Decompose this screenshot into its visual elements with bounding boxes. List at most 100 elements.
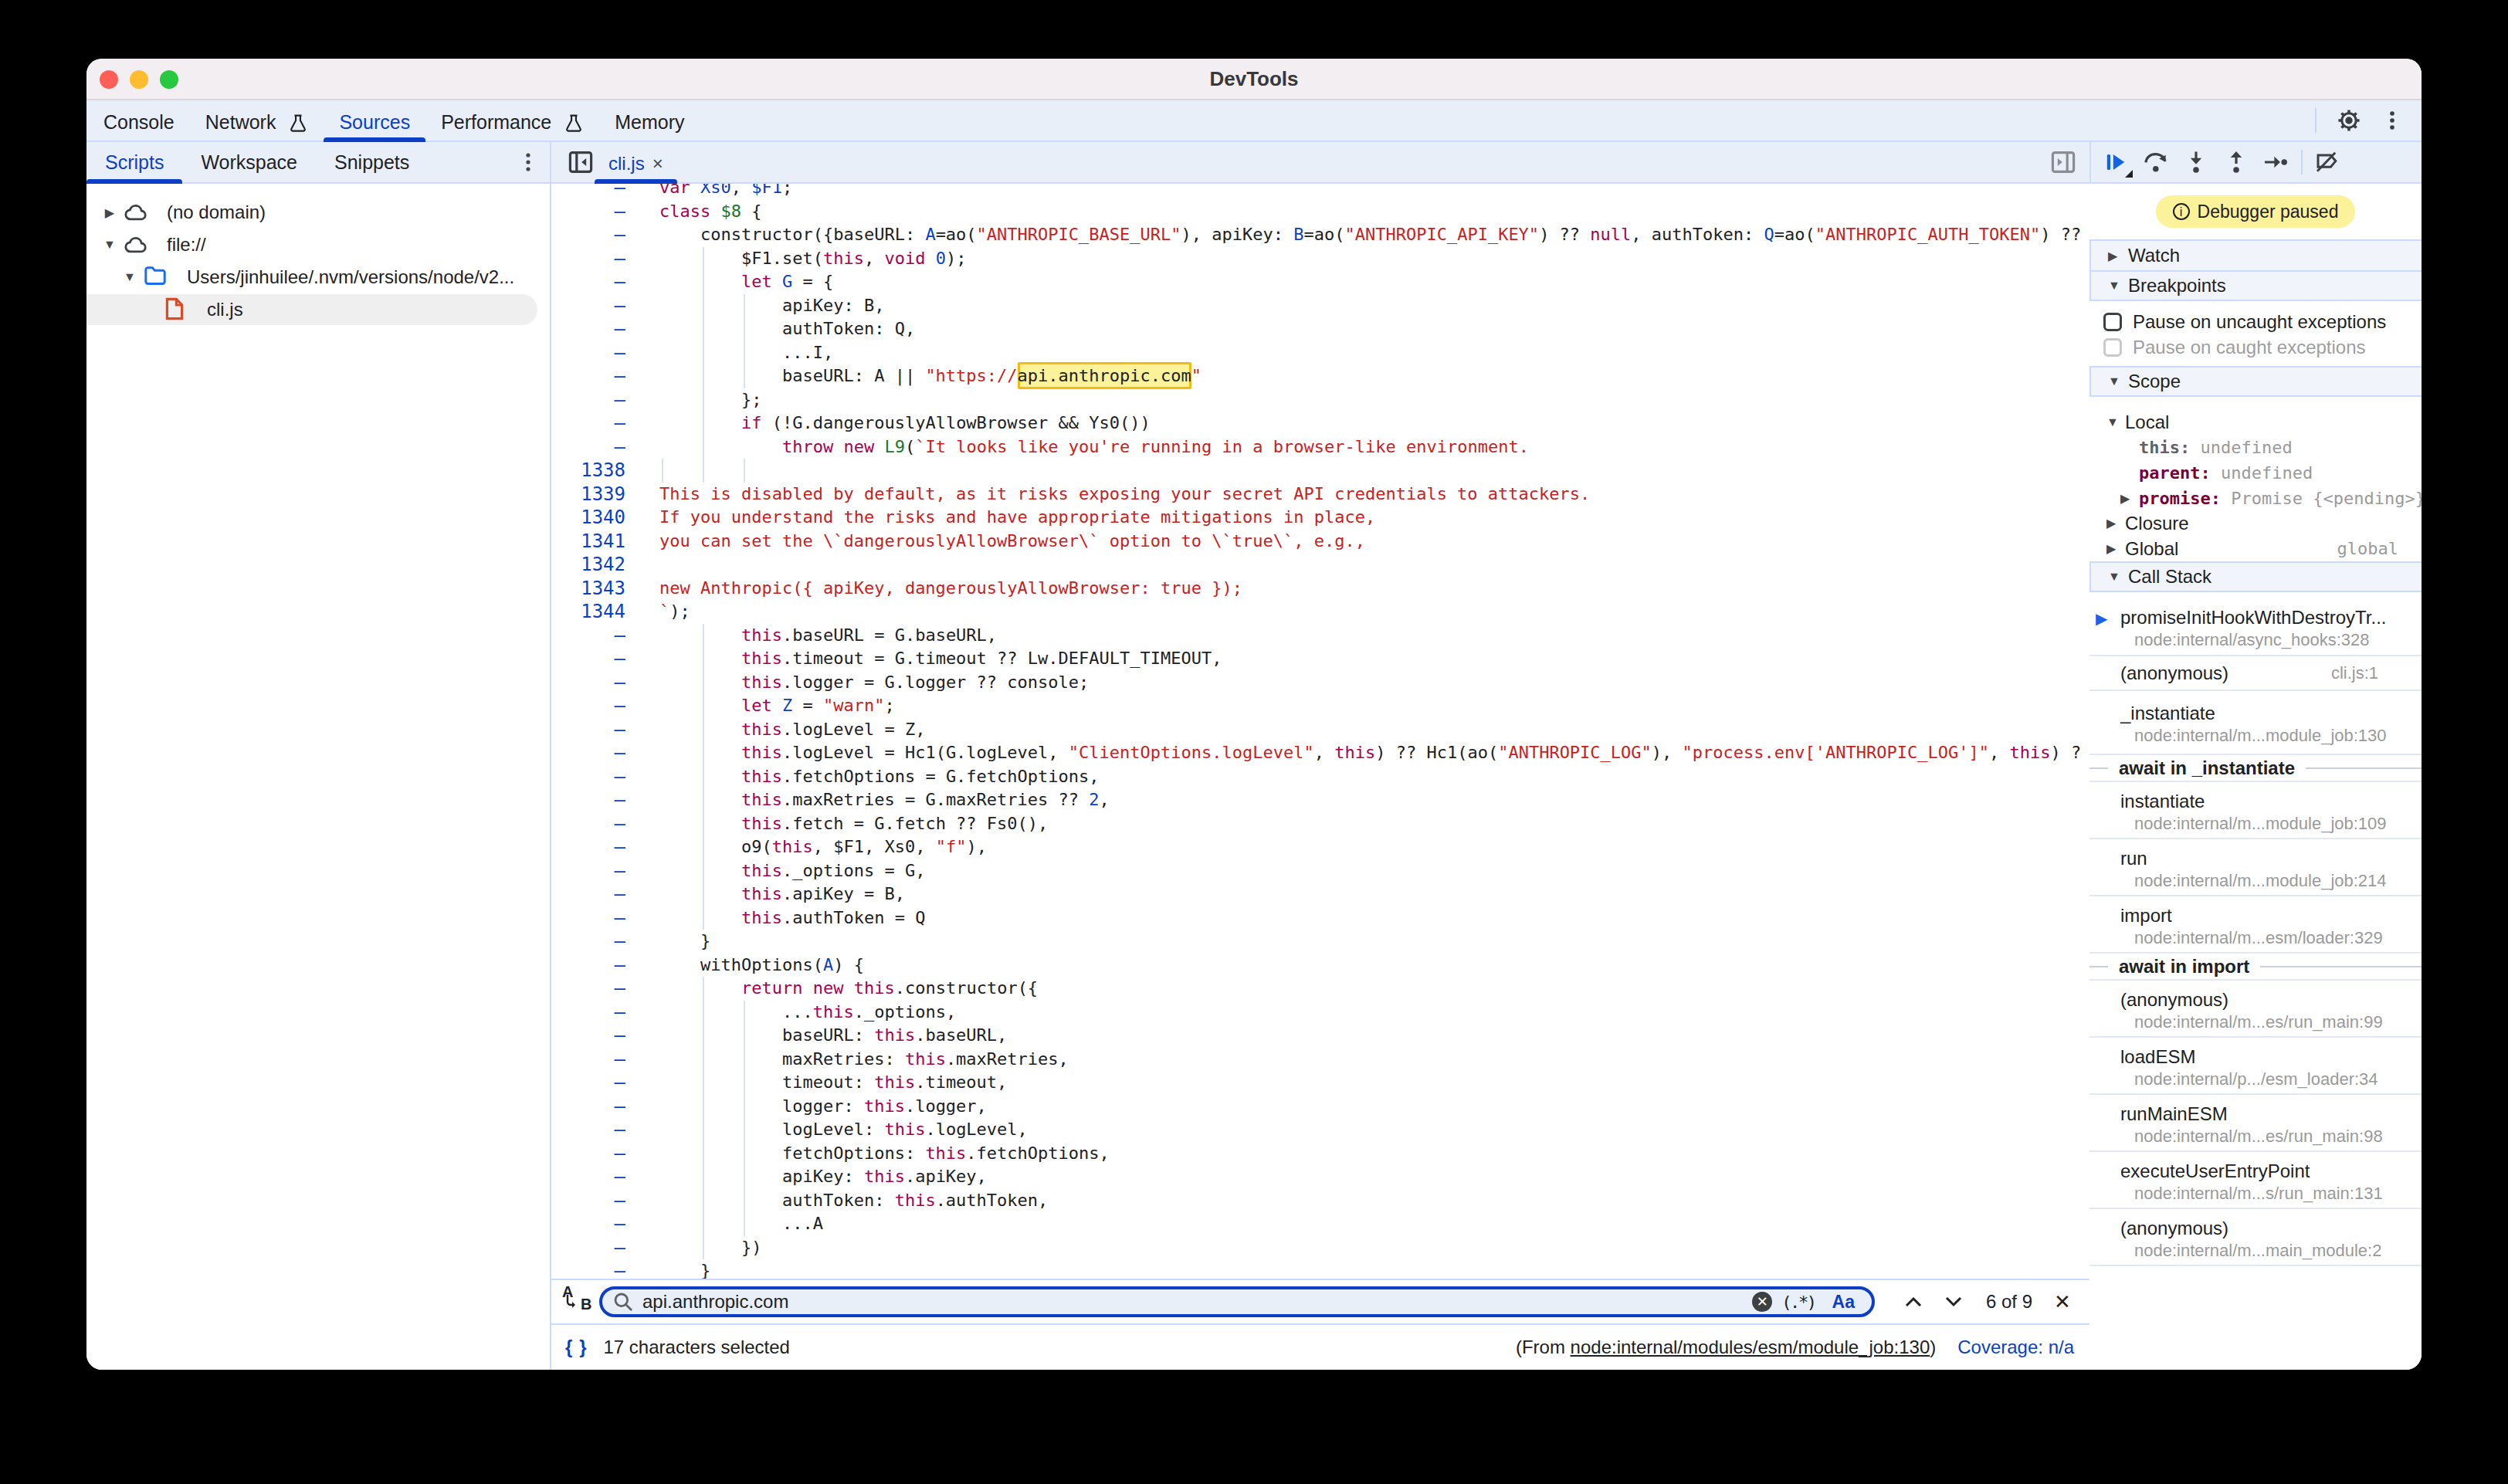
close-search-icon[interactable]: ✕ <box>2054 1290 2071 1314</box>
scope-row-this[interactable]: this: undefined <box>2089 435 2422 460</box>
hide-navigator-icon[interactable] <box>567 148 595 176</box>
line-gutter-dash[interactable]: – <box>551 930 625 954</box>
line-gutter-dash[interactable]: – <box>551 1212 625 1236</box>
tree-item-file-[interactable]: ▼file:// <box>86 229 550 261</box>
sidebar-tab-workspace[interactable]: Workspace <box>182 142 316 182</box>
line-gutter-dash[interactable]: – <box>551 412 625 435</box>
line-gutter-dash[interactable]: – <box>551 1001 625 1025</box>
line-gutter-dash[interactable]: – <box>551 1236 625 1260</box>
chevron-down-icon[interactable]: ▼ <box>2106 415 2119 429</box>
sidebar-more-tabs-icon[interactable] <box>516 150 541 174</box>
section-breakpoints[interactable]: ▼ Breakpoints <box>2089 270 2422 301</box>
line-gutter-dash[interactable]: – <box>551 906 625 930</box>
coverage-link[interactable]: Coverage: n/a <box>1957 1337 2074 1358</box>
scope-row-local[interactable]: ▼Local <box>2089 409 2422 435</box>
pretty-print-icon[interactable]: { } <box>565 1337 588 1358</box>
line-gutter-dash[interactable]: – <box>551 317 625 341</box>
tab-network[interactable]: Network <box>190 100 324 141</box>
match-case-toggle[interactable]: Aa <box>1826 1290 1861 1314</box>
line-gutter-dash[interactable]: – <box>551 977 625 1001</box>
replace-toggle-icon[interactable]: AB <box>562 1288 595 1316</box>
tree-item--no-domain-[interactable]: ▶(no domain) <box>86 196 550 229</box>
line-gutter-dash[interactable]: – <box>551 859 625 883</box>
tab-performance[interactable]: Performance <box>425 100 599 141</box>
previous-match-icon[interactable] <box>1893 1286 1934 1317</box>
line-gutter-dash[interactable]: – <box>551 1165 625 1189</box>
line-gutter-dash[interactable]: – <box>551 812 625 836</box>
scope-row-closure[interactable]: ▶Closure <box>2089 511 2422 537</box>
scope-row-global[interactable]: ▶Globalglobal <box>2089 536 2422 561</box>
resume-script-button[interactable] <box>2096 145 2136 179</box>
chevron-right-icon[interactable]: ▶ <box>2106 516 2119 530</box>
line-gutter-dash[interactable]: – <box>551 741 625 765</box>
tree-expand-icon[interactable]: ▼ <box>103 238 116 252</box>
section-call-stack[interactable]: ▼ Call Stack <box>2089 561 2422 592</box>
call-stack-frame[interactable]: ▶promiseInitHookWithDestroyTr...node:int… <box>2089 592 2422 656</box>
line-gutter-dash[interactable]: – <box>551 388 625 412</box>
search-input[interactable]: api.anthropic.com ✕ (.*) Aa <box>599 1286 1875 1317</box>
tree-collapse-icon[interactable]: ▶ <box>103 205 116 220</box>
line-gutter-dash[interactable]: – <box>551 1189 625 1213</box>
step-button[interactable] <box>2256 145 2296 179</box>
line-gutter-dash[interactable]: – <box>551 694 625 718</box>
call-stack-frame[interactable]: _instantiatenode:internal/m...module_job… <box>2089 691 2422 755</box>
step-into-button[interactable] <box>2176 145 2216 179</box>
line-gutter-dash[interactable]: – <box>551 624 625 648</box>
source-origin-link[interactable]: node:internal/modules/esm/module_job:130 <box>1571 1337 1930 1357</box>
line-gutter-dash[interactable]: – <box>551 1142 625 1166</box>
tab-memory[interactable]: Memory <box>599 100 700 141</box>
line-gutter-dash[interactable]: – <box>551 718 625 742</box>
line-gutter-dash[interactable]: – <box>551 765 625 789</box>
line-gutter-dash[interactable]: – <box>551 883 625 906</box>
line-number[interactable]: 1340 <box>551 506 625 530</box>
line-number[interactable]: 1338 <box>551 459 625 483</box>
line-gutter-dash[interactable]: – <box>551 671 625 695</box>
call-stack-frame[interactable]: executeUserEntryPointnode:internal/m...s… <box>2089 1152 2422 1209</box>
chevron-right-icon[interactable]: ▶ <box>2106 541 2119 556</box>
line-gutter-dash[interactable]: – <box>551 1118 625 1142</box>
line-gutter-dash[interactable]: – <box>551 270 625 294</box>
tab-sources[interactable]: Sources <box>324 100 425 141</box>
next-match-icon[interactable] <box>1934 1286 1974 1317</box>
tree-item-users-jinhuilee-nvm-versions-node-v2-[interactable]: ▼Users/jinhuilee/.nvm/versions/node/v2..… <box>86 261 550 293</box>
call-stack-frame[interactable]: (anonymous)cli.js:1 <box>2089 656 2422 691</box>
section-watch[interactable]: ▶ Watch <box>2089 239 2422 270</box>
call-stack-frame[interactable]: (anonymous)node:internal/m...es/run_main… <box>2089 981 2422 1038</box>
call-stack-frame[interactable]: instantiatenode:internal/m...module_job:… <box>2089 782 2422 839</box>
tree-item-cli-js[interactable]: cli.js <box>86 293 550 326</box>
tree-expand-icon[interactable]: ▼ <box>124 270 136 284</box>
clear-search-icon[interactable]: ✕ <box>1752 1292 1772 1312</box>
line-gutter-dash[interactable]: – <box>551 647 625 671</box>
call-stack-frame[interactable]: runMainESMnode:internal/m...es/run_main:… <box>2089 1095 2422 1152</box>
deactivate-breakpoints-icon[interactable] <box>2307 145 2347 179</box>
line-gutter-dash[interactable]: – <box>551 364 625 388</box>
sidebar-tab-snippets[interactable]: Snippets <box>316 142 428 182</box>
more-options-menu-icon[interactable] <box>2375 103 2409 137</box>
line-number[interactable]: 1341 <box>551 530 625 554</box>
line-gutter-dash[interactable]: – <box>551 247 625 271</box>
line-gutter-dash[interactable]: – <box>551 341 625 365</box>
call-stack-frame[interactable]: (anonymous)node:internal/m...main_module… <box>2089 1209 2422 1266</box>
line-number[interactable]: 1344 <box>551 600 625 624</box>
regex-toggle[interactable]: (.*) <box>1781 1293 1815 1312</box>
line-gutter-dash[interactable]: – <box>551 954 625 977</box>
checkbox[interactable] <box>2103 313 2122 331</box>
line-number[interactable]: 1342 <box>551 553 625 577</box>
line-gutter-dash[interactable]: – <box>551 223 625 247</box>
sidebar-tab-scripts[interactable]: Scripts <box>86 142 182 182</box>
code-editor[interactable]: –var Xs0, $F1;–class $8 {– constructor({… <box>551 184 2089 1279</box>
line-gutter-dash[interactable]: – <box>551 184 625 200</box>
line-gutter-dash[interactable]: – <box>551 435 625 459</box>
line-gutter-dash[interactable]: – <box>551 1071 625 1095</box>
scope-row-promise[interactable]: ▶promise: Promise {<pending>} <box>2089 486 2422 511</box>
step-over-button[interactable] <box>2136 145 2176 179</box>
line-gutter-dash[interactable]: – <box>551 200 625 224</box>
tab-console[interactable]: Console <box>88 100 190 141</box>
editor-tab-clijs[interactable]: cli.js × <box>595 142 677 182</box>
close-tab-icon[interactable]: × <box>652 153 663 174</box>
line-gutter-dash[interactable]: – <box>551 835 625 859</box>
call-stack-frame[interactable]: importnode:internal/m...esm/loader:329 <box>2089 896 2422 954</box>
section-scope[interactable]: ▼ Scope <box>2089 366 2422 397</box>
line-gutter-dash[interactable]: – <box>551 1048 625 1072</box>
call-stack-frame[interactable]: runnode:internal/m...module_job:214 <box>2089 839 2422 896</box>
